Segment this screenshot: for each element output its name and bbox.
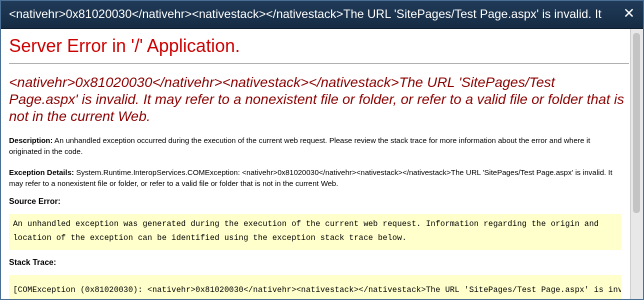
page-content: Server Error in '/' Application. <native… [5,29,631,299]
close-icon[interactable]: ✕ [621,6,637,22]
exception-details-label: Exception Details: [9,168,75,177]
description-text: An unhandled exception occurred during t… [9,136,591,156]
title-bar[interactable]: <nativehr>0x81020030</nativehr><nativest… [1,1,643,29]
vertical-scrollbar[interactable] [630,29,643,299]
description-paragraph: Description: An unhandled exception occu… [9,135,625,157]
stack-trace-label: Stack Trace: [9,258,57,267]
source-error-box: An unhandled exception was generated dur… [9,214,621,250]
exception-details-paragraph: Exception Details: System.Runtime.Intero… [9,167,625,189]
window-title: <nativehr>0x81020030</nativehr><nativest… [9,7,605,21]
description-label: Description: [9,136,53,145]
browser-window: <nativehr>0x81020030</nativehr><nativest… [0,0,644,300]
error-message: <nativehr>0x81020030</nativehr><nativest… [9,74,625,124]
scrollbar-thumb[interactable] [633,33,640,213]
heading-divider [9,63,629,64]
source-error-label: Source Error: [9,197,61,206]
exception-details-text: System.Runtime.InteropServices.COMExcept… [9,168,613,188]
stack-trace-box: [COMException (0x81020030): <nativehr>0x… [9,275,621,299]
server-error-heading: Server Error in '/' Application. [9,36,240,56]
